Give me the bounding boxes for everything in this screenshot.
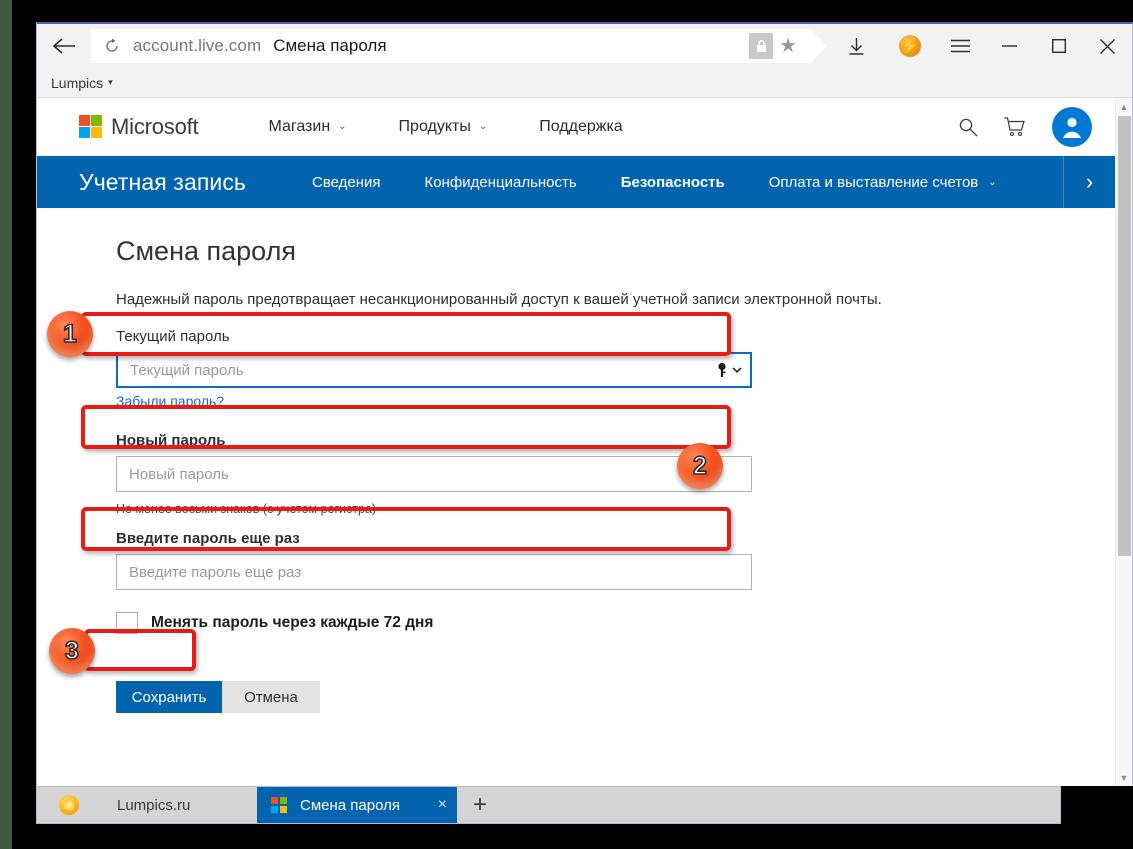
minimize-icon[interactable] (985, 24, 1034, 68)
microsoft-favicon (271, 797, 287, 813)
lumpics-favicon (59, 795, 79, 815)
toolbar-right-buttons: ⚡ (827, 24, 1132, 68)
tab-privacy[interactable]: Конфиденциальность (403, 174, 599, 191)
nav-overflow-chevron-right-icon[interactable]: › (1063, 156, 1115, 208)
tab-close-icon[interactable]: × (438, 797, 447, 813)
forgot-password-link[interactable]: Забыли пароль? (116, 393, 224, 409)
favorite-slot[interactable]: Lumpics.ru (37, 787, 257, 823)
chevron-down-icon: ⌄ (338, 121, 347, 132)
nav-item-store[interactable]: Магазин ⌄ (242, 118, 372, 136)
download-icon[interactable] (827, 24, 885, 68)
tab-label: Смена пароля (300, 796, 400, 814)
tab-security-label: Безопасность (620, 173, 725, 191)
desktop-left-edge (0, 0, 12, 849)
star-icon[interactable]: ★ (779, 36, 797, 56)
page-description: Надежный пароль предотвращает несанкцион… (116, 291, 882, 308)
annotation-badge-2: 2 (677, 443, 723, 489)
cancel-button[interactable]: Отмена (222, 681, 320, 713)
shopping-cart-icon[interactable] (1004, 117, 1026, 137)
annotation-badge-3: 3 (49, 628, 95, 674)
address-page-title: Смена пароля (273, 36, 387, 55)
new-password-hint: Не менее восьми знаков (с учетом регистр… (116, 502, 377, 516)
microsoft-header: Microsoft Магазин ⌄ Продукты ⌄ Поддержка (37, 98, 1132, 156)
search-icon[interactable] (958, 117, 978, 137)
bookmark-item-lumpics[interactable]: Lumpics (51, 75, 103, 91)
page-viewport: Microsoft Магазин ⌄ Продукты ⌄ Поддержка (37, 98, 1132, 786)
new-password-input[interactable] (116, 456, 752, 492)
back-arrow-icon[interactable] (37, 24, 91, 68)
user-avatar-icon[interactable] (1052, 107, 1092, 147)
nav-item-store-label: Магазин (268, 117, 331, 135)
new-tab-button[interactable]: + (457, 787, 503, 823)
tab-security[interactable]: Безопасность (599, 174, 747, 191)
address-domain: account.live.com (133, 36, 262, 55)
tab-info[interactable]: Сведения (290, 174, 403, 191)
current-password-field-wrap (116, 352, 752, 388)
scroll-down-arrow-icon[interactable]: ▼ (1116, 769, 1132, 786)
refresh-icon[interactable] (91, 38, 133, 54)
maximize-icon[interactable] (1034, 24, 1083, 68)
change-interval-label: Менять пароль через каждые 72 дня (151, 614, 434, 631)
microsoft-nav: Магазин ⌄ Продукты ⌄ Поддержка (242, 118, 648, 136)
tab-strip: Lumpics.ru Смена пароля × + (36, 786, 1061, 824)
tab-privacy-label: Конфиденциальность (424, 173, 577, 191)
page-content: Смена пароля Надежный пароль предотвраща… (37, 208, 1132, 713)
tab-info-label: Сведения (312, 173, 381, 191)
microsoft-logo-icon (79, 115, 102, 138)
flash-badge-icon[interactable]: ⚡ (885, 24, 935, 68)
chevron-down-icon: ⌄ (988, 176, 997, 188)
change-interval-checkbox-row[interactable]: Менять пароль через каждые 72 дня (116, 612, 1132, 634)
bookmarks-bar: Lumpics ▾ (37, 68, 1132, 98)
new-password-field-wrap (116, 456, 752, 492)
nav-item-products[interactable]: Продукты ⌄ (373, 118, 514, 136)
form-actions: Сохранить Отмена (116, 681, 1132, 713)
confirm-password-input[interactable] (116, 554, 752, 590)
nav-item-support[interactable]: Поддержка (513, 118, 648, 136)
lock-icon[interactable] (749, 33, 773, 59)
tab-payment-billing-label: Оплата и выставление счетов (768, 173, 979, 191)
scroll-up-arrow-icon[interactable]: ▲ (1116, 98, 1132, 115)
current-password-label: Текущий пароль (116, 328, 230, 345)
save-button[interactable]: Сохранить (116, 681, 222, 713)
favorite-label: Lumpics.ru (117, 796, 191, 814)
hamburger-menu-icon[interactable] (935, 24, 985, 68)
confirm-password-label: Введите пароль еще раз (116, 530, 300, 547)
address-bar[interactable]: account.live.com Смена пароля ★ (91, 29, 827, 63)
scrollbar-thumb[interactable] (1118, 116, 1131, 556)
nav-item-products-label: Продукты (398, 117, 471, 135)
browser-window: account.live.com Смена пароля ★ ⚡ Lumpic… (36, 22, 1133, 786)
microsoft-wordmark: Microsoft (111, 113, 199, 139)
chevron-down-icon: ⌄ (478, 121, 488, 132)
tab-active[interactable]: Смена пароля × (257, 787, 457, 823)
nav-item-support-label: Поддержка (539, 117, 623, 135)
microsoft-logo[interactable]: Microsoft (79, 113, 199, 140)
change-interval-checkbox[interactable] (116, 612, 138, 634)
confirm-password-field-wrap (116, 554, 752, 590)
key-reveal-icon[interactable] (716, 362, 742, 378)
close-icon[interactable] (1083, 24, 1132, 68)
account-navbar: Учетная запись Сведения Конфиденциальнос… (37, 156, 1132, 208)
browser-toolbar: account.live.com Смена пароля ★ ⚡ (37, 24, 1132, 68)
account-nav-title: Учетная запись (79, 168, 247, 195)
annotation-badge-1: 1 (47, 311, 93, 357)
page-scrollbar[interactable]: ▲ ▼ (1115, 98, 1132, 786)
current-password-input[interactable] (116, 352, 752, 388)
chevron-down-icon[interactable]: ▾ (108, 77, 113, 88)
microsoft-header-actions (958, 98, 1092, 156)
new-password-label: Новый пароль (116, 432, 226, 449)
page-title: Смена пароля (116, 236, 296, 266)
tab-payment-billing[interactable]: Оплата и выставление счетов ⌄ (747, 174, 1019, 191)
